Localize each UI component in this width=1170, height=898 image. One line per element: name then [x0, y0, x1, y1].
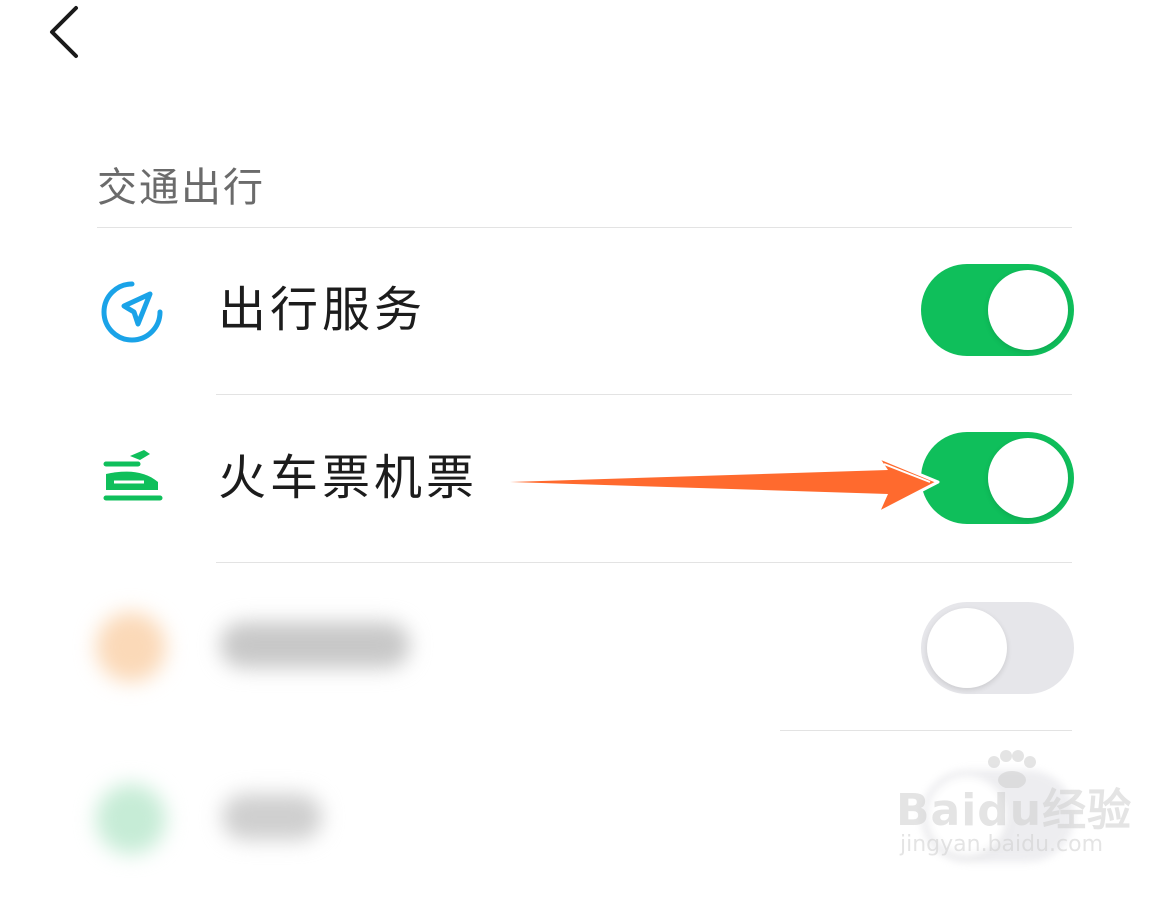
blurred-content: [0, 732, 900, 882]
blurred-label: [220, 622, 410, 668]
toggle-knob: [988, 438, 1068, 518]
annotation-arrow-icon: [510, 456, 940, 514]
navigation-arrow-icon: [96, 276, 168, 348]
baidu-watermark: Baidu经验 jingyan.baidu.com: [896, 748, 1131, 868]
blurred-toggle-1[interactable]: [921, 602, 1074, 694]
setting-label: 出行服务: [218, 282, 427, 338]
row-divider: [216, 562, 1072, 563]
setting-row-blurred-1: [0, 564, 1170, 730]
blurred-content: [0, 564, 900, 730]
section-title: 交通出行: [97, 165, 265, 211]
setting-row-travel-service: 出行服务: [0, 228, 1170, 394]
watermark-brand: Baidu经验: [896, 785, 1133, 836]
toggle-knob: [927, 608, 1007, 688]
blurred-icon: [96, 612, 166, 682]
row-divider: [216, 394, 1072, 395]
row-divider: [780, 730, 1072, 731]
blurred-icon: [96, 784, 166, 854]
watermark-url: jingyan.baidu.com: [900, 832, 1104, 857]
travel-service-toggle[interactable]: [921, 264, 1074, 356]
back-button[interactable]: [40, 0, 100, 70]
train-plane-icon: [100, 444, 172, 516]
blurred-label: [222, 794, 322, 840]
chevron-left-icon: [50, 6, 78, 58]
toggle-knob: [988, 270, 1068, 350]
setting-label: 火车票机票: [218, 450, 479, 506]
